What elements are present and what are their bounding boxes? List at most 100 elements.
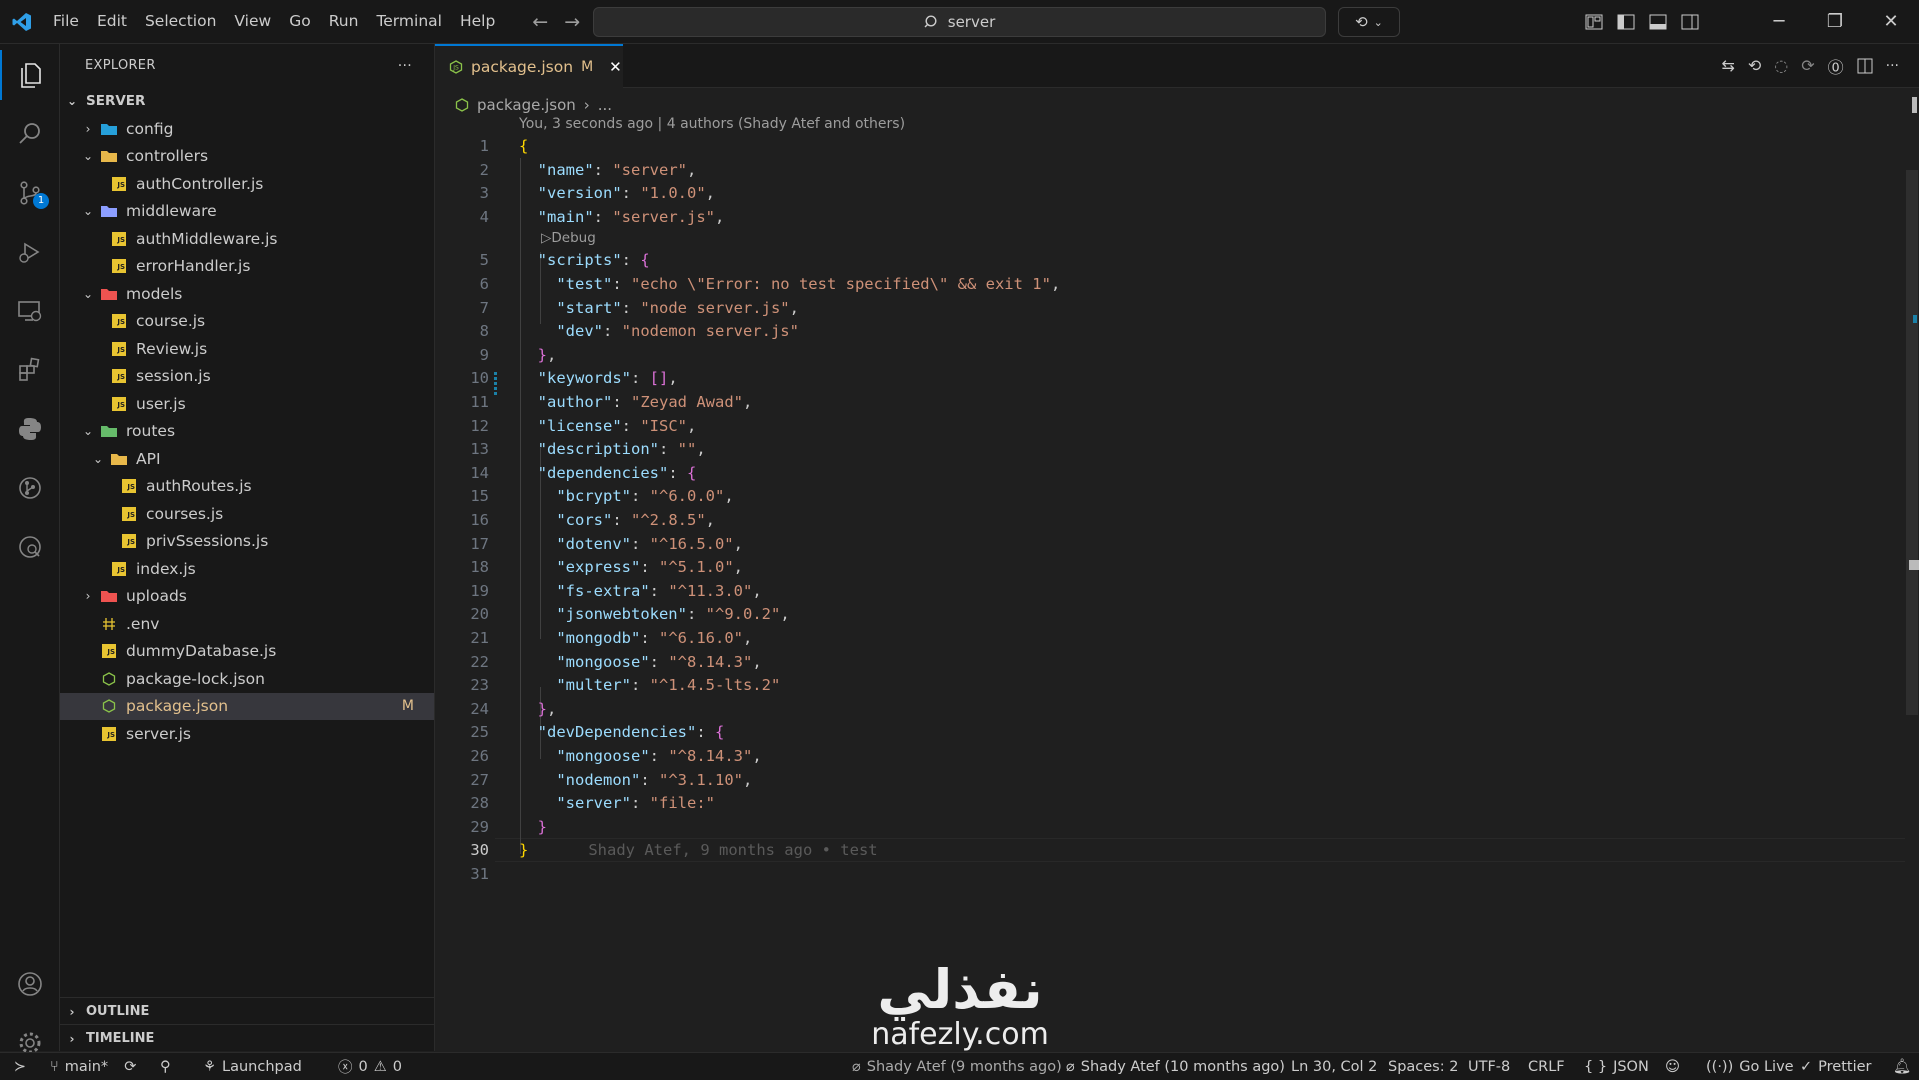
copilot-status[interactable]: ☺ (1665, 1053, 1680, 1080)
line-ending[interactable]: CRLF (1528, 1053, 1565, 1080)
problems-status[interactable]: ⓧ 0 ⚠ 0 (338, 1053, 402, 1080)
tree-file[interactable]: JS user.js (60, 390, 434, 417)
inline-blame[interactable]: Shady Atef, 9 months ago • test (588, 841, 877, 859)
search-icon[interactable] (0, 109, 59, 159)
menu-view[interactable]: View (225, 0, 280, 43)
menu-edit[interactable]: Edit (88, 0, 136, 43)
line-number: 5 (479, 251, 489, 270)
toggle-primary-sidebar-icon[interactable] (1617, 14, 1635, 30)
menu-go[interactable]: Go (280, 0, 320, 43)
breadcrumb-symbols[interactable]: ... (598, 96, 612, 114)
go-live-status[interactable]: ((·)) Go Live (1706, 1053, 1794, 1080)
customize-layout-icon[interactable] (1585, 14, 1603, 30)
tree-folder[interactable]: ⌄ API (60, 445, 434, 472)
tree-folder[interactable]: ⌄ routes (60, 418, 434, 445)
branch-indicator[interactable]: ⑂ main* ⟳ (50, 1053, 136, 1080)
close-window-icon[interactable]: ✕ (1863, 0, 1919, 43)
more-actions-icon[interactable]: ··· (398, 58, 412, 74)
tree-file[interactable]: JS session.js (60, 363, 434, 390)
indentation[interactable]: Spaces: 2 (1388, 1053, 1458, 1080)
remote-indicator[interactable]: ≻ (0, 1053, 40, 1080)
blame-codelens[interactable]: You, 3 seconds ago | 4 authors (Shady At… (519, 116, 905, 132)
workspace-root[interactable]: ⌄ SERVER (60, 87, 434, 114)
notifications-bell-icon[interactable]: 🔔︎ (1893, 1053, 1911, 1080)
split-editor-icon[interactable] (1857, 58, 1873, 74)
blame-status-a[interactable]: ⌀ Shady Atef (9 months ago) (852, 1053, 1062, 1080)
git-graph-icon[interactable] (0, 463, 59, 513)
code-token: , (705, 184, 716, 203)
layout-controls (1585, 0, 1699, 43)
tree-file[interactable]: JS dummyDatabase.js (60, 638, 434, 665)
tree-file[interactable]: JS privSsessions.js (60, 528, 434, 555)
tree-file[interactable]: JS server.js (60, 720, 434, 747)
restore-icon[interactable]: ❐ (1807, 0, 1863, 43)
tree-file[interactable]: JS authMiddleware.js (60, 225, 434, 252)
explorer-icon[interactable] (0, 50, 59, 100)
python-icon[interactable] (0, 404, 59, 454)
launchpad-status[interactable]: ⚘ Launchpad (203, 1053, 302, 1080)
menu-help[interactable]: Help (451, 0, 504, 43)
language-mode[interactable]: { } JSON (1584, 1053, 1649, 1080)
close-tab-icon[interactable]: ✕ (609, 58, 622, 76)
back-arrow-icon[interactable]: ← (532, 11, 548, 33)
copilot-button[interactable]: ⟲ ⌄ (1338, 7, 1400, 37)
editor-scrollbar[interactable] (1905, 90, 1919, 1050)
activity-bar: 1 (0, 44, 60, 1054)
remote-explorer-icon[interactable] (0, 286, 59, 336)
tree-file[interactable]: .env (60, 610, 434, 637)
code-token: "mongoose" (556, 652, 650, 671)
command-center-search[interactable]: server (593, 7, 1326, 37)
menu-file[interactable]: File (44, 0, 88, 43)
tree-folder[interactable]: ⌄ middleware (60, 198, 434, 225)
tree-file[interactable]: package-lock.json (60, 665, 434, 692)
code-token: : (659, 440, 678, 459)
run-and-debug-icon[interactable] (0, 227, 59, 277)
tree-file[interactable]: JS errorHandler.js (60, 253, 434, 280)
tab-package-json[interactable]: JS package.json M ✕ (435, 44, 623, 88)
tree-file[interactable]: JS course.js (60, 308, 434, 335)
tree-file[interactable]: JS Review.js (60, 335, 434, 362)
blame-status-b[interactable]: ⌀ Shady Atef (10 months ago) (1066, 1053, 1285, 1080)
source-control-icon[interactable]: 1 (0, 168, 59, 218)
tree-folder[interactable]: ⌄ controllers (60, 143, 434, 170)
toggle-secondary-sidebar-icon[interactable] (1681, 14, 1699, 30)
more-actions-icon[interactable]: ··· (1886, 58, 1899, 74)
tree-folder[interactable]: › uploads (60, 583, 434, 610)
forward-arrow-icon[interactable]: → (564, 11, 580, 33)
timeline-section[interactable]: › TIMELINE (60, 1024, 434, 1052)
git-graph-status[interactable]: ⚲ (160, 1053, 171, 1080)
encoding[interactable]: UTF-8 (1468, 1053, 1510, 1080)
prettier-status[interactable]: ✓ Prettier (1800, 1053, 1872, 1080)
line-content: "dotenv": "^16.5.0", (519, 532, 743, 556)
tree-folder[interactable]: › config (60, 115, 434, 142)
gitlens-inspect-icon[interactable] (0, 522, 59, 572)
minimize-icon[interactable]: ─ (1751, 0, 1807, 43)
extensions-icon[interactable] (0, 345, 59, 395)
menu-run[interactable]: Run (320, 0, 368, 43)
menu-selection[interactable]: Selection (136, 0, 225, 43)
accounts-icon[interactable] (0, 959, 59, 1009)
cursor-position[interactable]: Ln 30, Col 2 (1291, 1053, 1377, 1080)
tree-folder[interactable]: ⌄ models (60, 280, 434, 307)
tree-file[interactable]: JS authRoutes.js (60, 473, 434, 500)
menu-terminal[interactable]: Terminal (367, 0, 451, 43)
tree-item-label: middleware (126, 202, 217, 220)
next-change-icon[interactable]: ⟳ (1801, 56, 1814, 75)
toggle-panel-icon[interactable] (1649, 14, 1667, 30)
tree-file[interactable]: JS courses.js (60, 500, 434, 527)
tree-file[interactable]: package.json M (60, 692, 434, 720)
open-changes-icon[interactable]: ⇆ (1721, 56, 1734, 75)
timeline-compare-icon[interactable]: ⓪ (1828, 54, 1844, 78)
previous-change-icon[interactable]: ◌ (1774, 56, 1788, 75)
outline-section[interactable]: › OUTLINE (60, 997, 434, 1025)
scrollbar-thumb[interactable] (1906, 170, 1918, 715)
tree-file[interactable]: JS index.js (60, 555, 434, 582)
tree-file[interactable]: JS authController.js (60, 170, 434, 197)
breadcrumb-file[interactable]: package.json (477, 96, 576, 114)
debug-codelens[interactable]: ▷Debug (541, 230, 596, 246)
code-line: 1{ (435, 134, 1905, 158)
gitlens-back-icon[interactable]: ⟲ (1748, 56, 1761, 75)
code-editor[interactable]: 1{2 "name": "server", 3 "version": "1.0.0… (435, 134, 1905, 934)
